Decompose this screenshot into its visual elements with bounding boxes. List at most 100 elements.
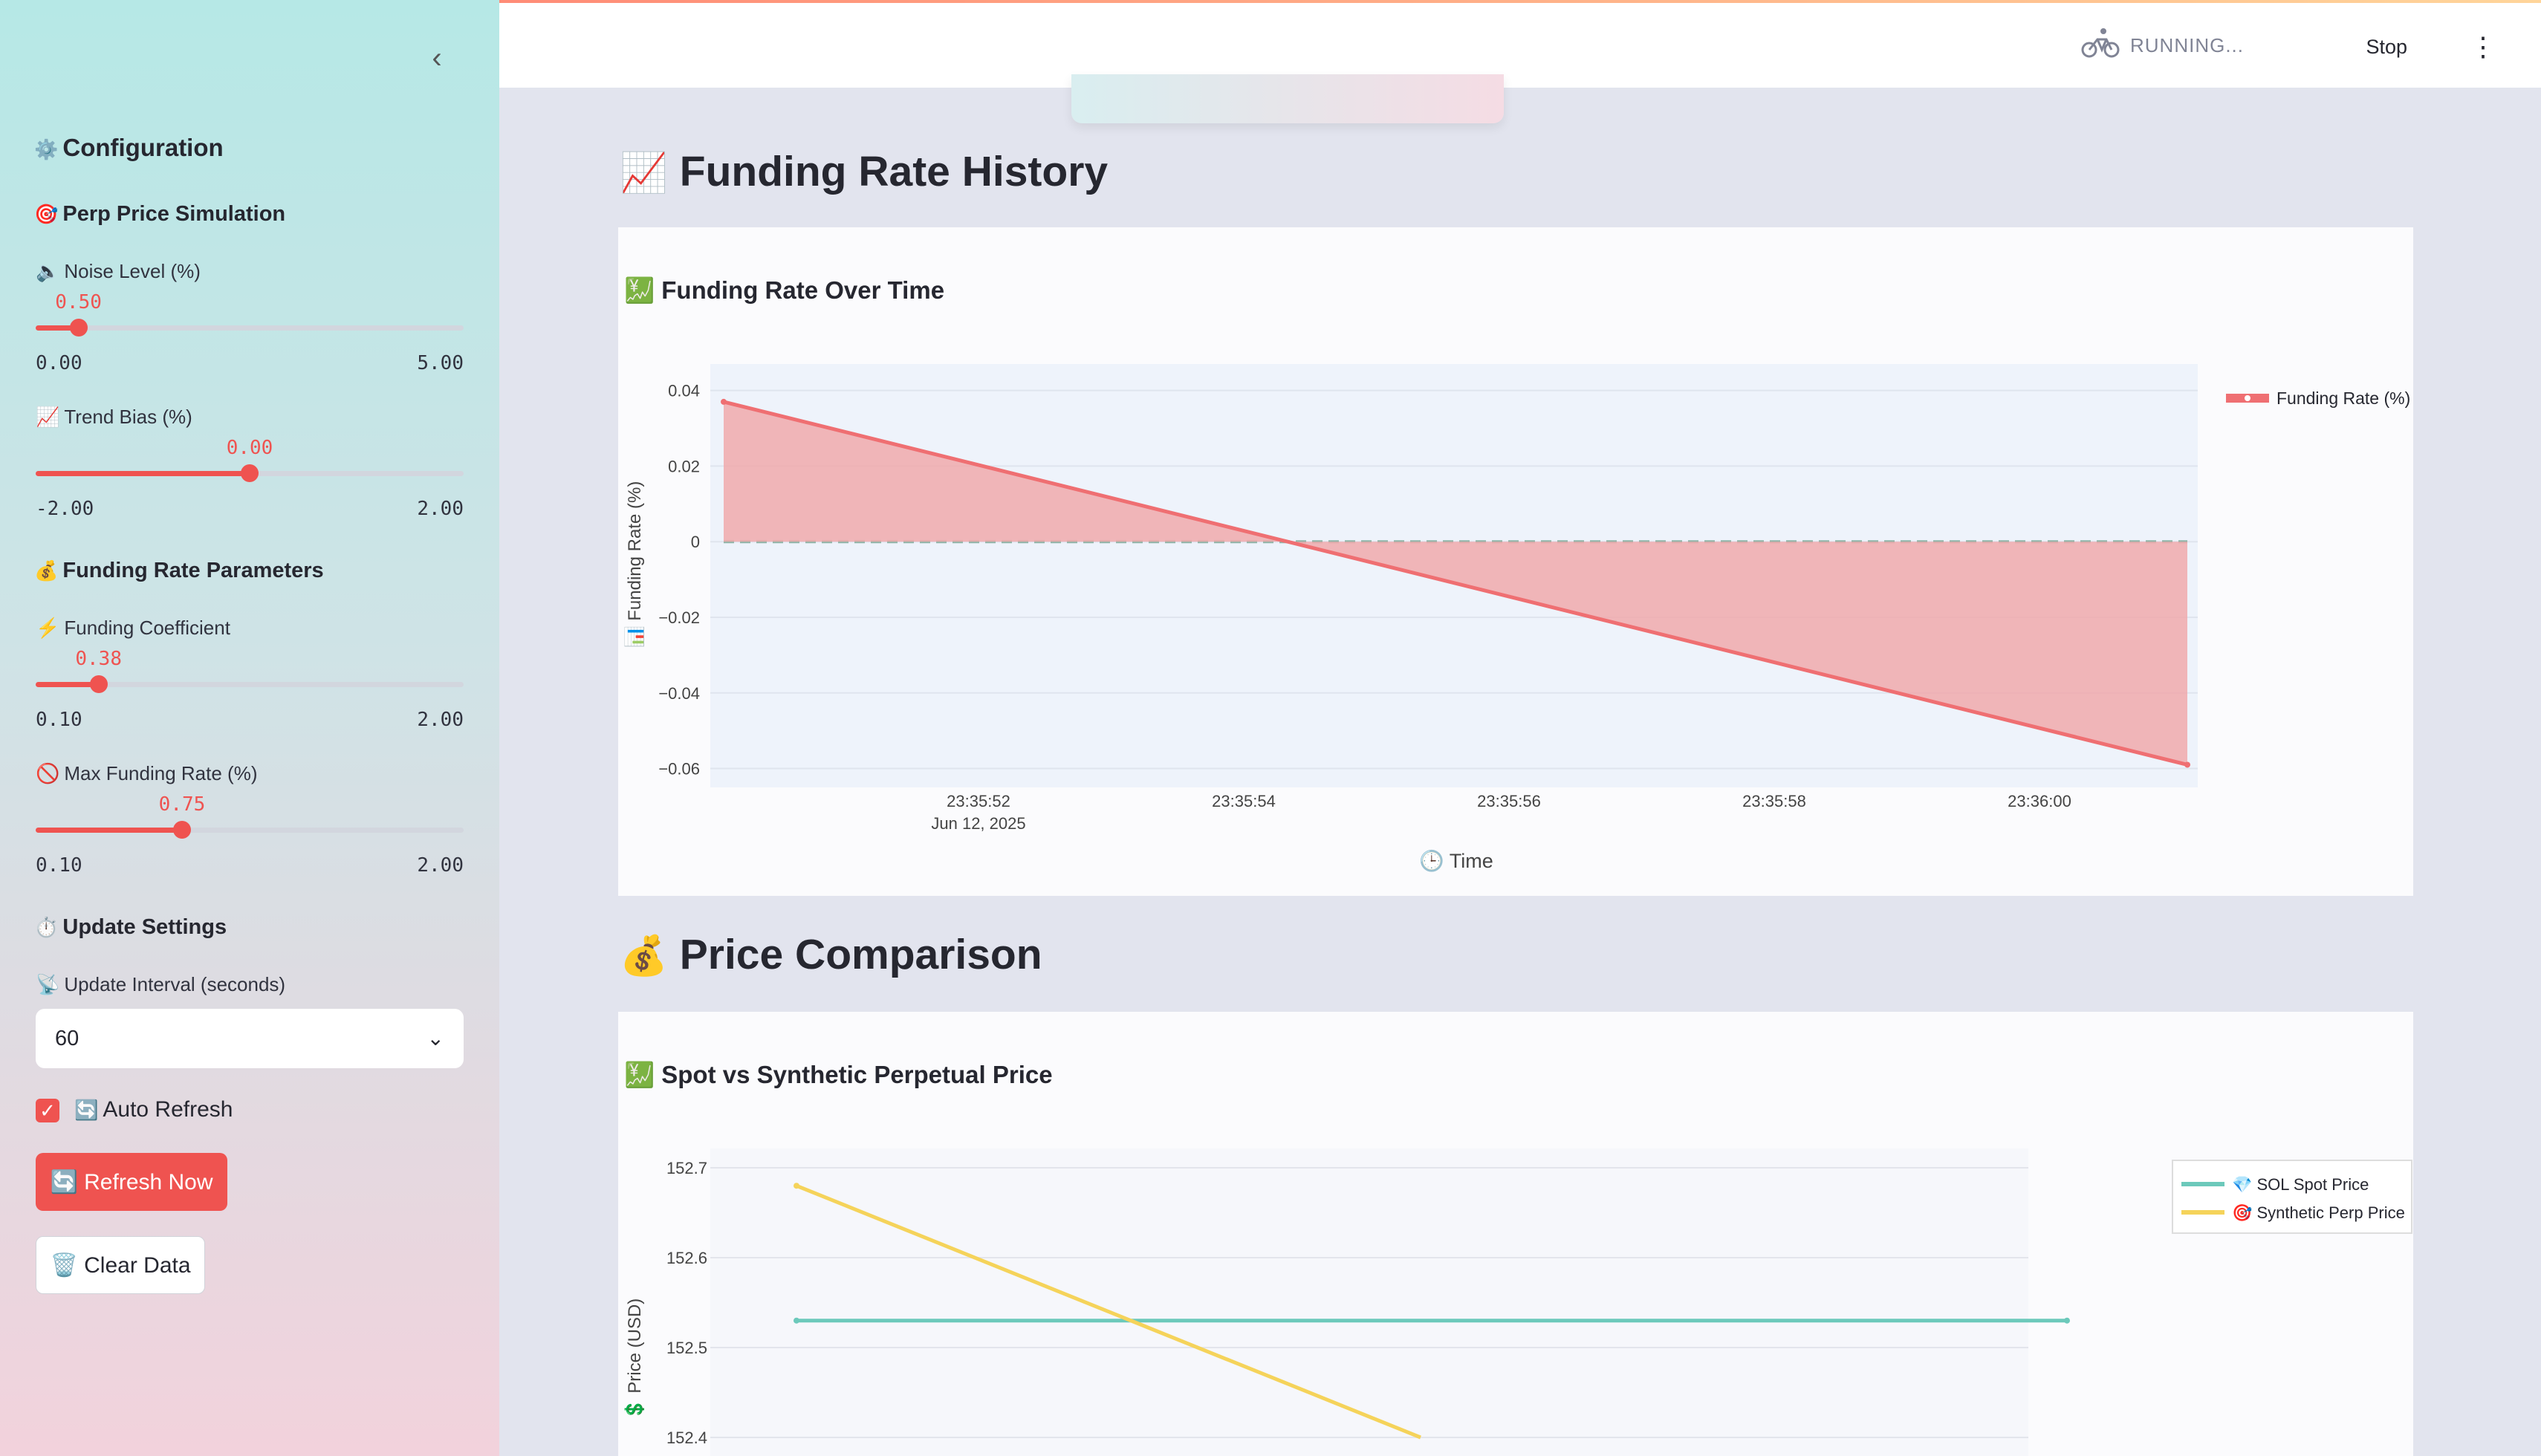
chart-up-icon: 📈 xyxy=(620,152,668,195)
funding-coefficient-slider[interactable]: 0.38 0.10 2.00 xyxy=(36,648,464,731)
x-date-label: Jun 12, 2025 xyxy=(931,814,1025,833)
slider-min: -2.00 xyxy=(36,498,94,520)
x-tick-label: 23:35:52 xyxy=(947,792,1010,810)
y-axis-title: 💲 Price (USD) xyxy=(624,1299,645,1421)
chart-up-icon: 📈 xyxy=(36,406,60,428)
y-tick-label: 0.02 xyxy=(668,457,700,475)
x-tick-label: 23:35:54 xyxy=(1212,792,1276,810)
chevron-down-icon: ⌄ xyxy=(426,1027,444,1050)
spot-point xyxy=(2064,1317,2070,1324)
legend-box xyxy=(2172,1160,2412,1234)
y-tick-label: 152.7 xyxy=(666,1159,707,1177)
slider-min: 0.00 xyxy=(36,352,82,374)
y-tick-label: −0.06 xyxy=(658,760,700,779)
slider-thumb[interactable] xyxy=(172,821,191,839)
trend-bias-slider[interactable]: 0.00 -2.00 2.00 xyxy=(36,437,464,520)
prohibited-icon: 🚫 xyxy=(36,762,60,784)
sidebar: ‹ ⚙️ Configuration 🎯 Perp Price Simulation… xyxy=(0,0,499,1456)
y-tick-label: −0.04 xyxy=(658,684,700,703)
legend[interactable]: Funding Rate (%) xyxy=(2226,389,2410,408)
configuration-heading: ⚙️ Configuration xyxy=(34,134,224,161)
plot-background xyxy=(710,1148,2028,1456)
stopwatch-icon: ⏱️ xyxy=(34,916,59,938)
legend-label-perp: 🎯 Synthetic Perp Price xyxy=(2232,1203,2405,1222)
select-value: 60 xyxy=(55,1027,79,1050)
price-comparison-heading: 💰 Price Comparison xyxy=(620,931,1042,978)
x-tick-label: 23:36:00 xyxy=(2008,792,2071,810)
update-settings-heading: ⏱️ Update Settings xyxy=(34,915,227,939)
spot-point xyxy=(794,1317,799,1324)
slider-value: 0.50 xyxy=(55,291,102,313)
slider-max: 2.00 xyxy=(417,854,464,877)
funding-history-heading: 📈 Funding Rate History xyxy=(620,148,1109,195)
x-tick-label: 23:35:56 xyxy=(1477,792,1541,810)
slider-max: 2.00 xyxy=(417,709,464,731)
gear-icon: ⚙️ xyxy=(34,138,59,160)
y-tick-label: 152.5 xyxy=(666,1339,707,1357)
slider-max: 2.00 xyxy=(417,498,464,520)
refresh-now-button[interactable]: 🔄 Refresh Now xyxy=(36,1153,227,1211)
price-comparison-chart[interactable]: 152.7 152.6 152.5 152.4 💲 Price (USD) 💎 SOL… xyxy=(618,1137,2413,1456)
legend-label-spot: 💎 SOL Spot Price xyxy=(2232,1175,2369,1194)
legend[interactable]: 💎 SOL Spot Price 🎯 Synthetic Perp Price xyxy=(2172,1160,2412,1234)
refresh-icon: 🔄 xyxy=(74,1099,99,1121)
slider-value: 0.00 xyxy=(226,437,273,459)
y-tick-labels: 0.04 0.02 0 −0.02 −0.04 −0.06 xyxy=(658,382,700,779)
slider-thumb[interactable] xyxy=(241,464,259,482)
x-tick-labels: 23:35:52 23:35:54 23:35:56 23:35:58 23:36:00 xyxy=(947,792,2071,810)
y-tick-label: 0 xyxy=(691,533,700,551)
slider-max: 5.00 xyxy=(417,352,464,374)
noise-level-label: 🔈 Noise Level (%) xyxy=(36,260,201,282)
check-icon[interactable]: ✓ xyxy=(36,1099,59,1123)
noise-level-slider[interactable]: 0.50 0.00 5.00 xyxy=(36,291,464,374)
y-tick-label: −0.02 xyxy=(658,608,700,627)
perp-point xyxy=(794,1183,799,1189)
price-chart-title: 💹 Spot vs Synthetic Perpetual Price xyxy=(624,1061,1053,1088)
max-funding-rate-slider[interactable]: 0.75 0.10 2.00 xyxy=(36,793,464,877)
x-tick-label: 23:35:58 xyxy=(1742,792,1806,810)
slider-value: 0.75 xyxy=(158,793,206,816)
speaker-icon: 🔈 xyxy=(36,260,60,282)
y-axis-title: 📊 Funding Rate (%) xyxy=(624,481,645,649)
funding-point xyxy=(2184,761,2190,768)
slider-thumb[interactable] xyxy=(69,319,88,337)
trend-bias-label: 📈 Trend Bias (%) xyxy=(36,406,192,428)
stop-button[interactable]: Stop xyxy=(2366,30,2407,64)
app-header: RUNNING... Stop ⋮ xyxy=(499,3,2541,88)
running-status: RUNNING... xyxy=(2081,25,2244,68)
slider-min: 0.10 xyxy=(36,854,82,877)
funding-params-heading: 💰 Funding Rate Parameters xyxy=(34,559,324,582)
funding-chart-title: 💹 Funding Rate Over Time xyxy=(624,276,945,304)
slider-track[interactable] xyxy=(36,325,464,331)
y-tick-label: 0.04 xyxy=(668,382,700,400)
y-tick-label: 152.4 xyxy=(666,1429,707,1447)
funding-point xyxy=(721,398,727,405)
lightning-icon: ⚡ xyxy=(36,617,60,639)
max-funding-rate-label: 🚫 Max Funding Rate (%) xyxy=(36,762,258,784)
chevron-left-icon[interactable]: ‹ xyxy=(424,43,450,73)
update-interval-label: 📡 Update Interval (seconds) xyxy=(36,973,286,995)
slider-min: 0.10 xyxy=(36,709,82,731)
money-bag-icon: 💰 xyxy=(34,559,59,582)
funding-coefficient-label: ⚡ Funding Coefficient xyxy=(36,617,230,639)
target-icon: 🎯 xyxy=(34,203,59,225)
slider-value: 0.38 xyxy=(75,648,122,670)
slider-fill xyxy=(36,471,250,476)
satellite-icon: 📡 xyxy=(36,973,60,995)
y-tick-labels: 152.7 152.6 152.5 152.4 xyxy=(666,1159,707,1447)
slider-thumb[interactable] xyxy=(89,675,108,693)
money-bag-icon: 💰 xyxy=(620,935,668,978)
bicycle-icon xyxy=(2081,26,2120,68)
funding-rate-chart[interactable]: 0.040.020−0.02−0.04−0.06 23:35:52 23:35:5… xyxy=(618,319,2413,884)
perp-sim-heading: 🎯 Perp Price Simulation xyxy=(34,202,286,226)
clear-data-button[interactable]: 🗑️ Clear Data xyxy=(36,1236,205,1294)
auto-refresh-label: Auto Refresh xyxy=(103,1097,233,1122)
y-tick-label: 152.6 xyxy=(666,1249,707,1267)
more-vertical-icon[interactable]: ⋮ xyxy=(2470,30,2496,64)
auto-refresh-checkbox[interactable]: ✓ 🔄 Auto Refresh xyxy=(36,1095,233,1125)
x-axis-title: 🕒 Time xyxy=(1419,849,1493,872)
metric-card-partial xyxy=(1071,74,1504,123)
legend-marker xyxy=(2245,395,2250,401)
legend-label: Funding Rate (%) xyxy=(2276,389,2410,408)
update-interval-select[interactable]: 60 ⌄ xyxy=(36,1009,464,1068)
